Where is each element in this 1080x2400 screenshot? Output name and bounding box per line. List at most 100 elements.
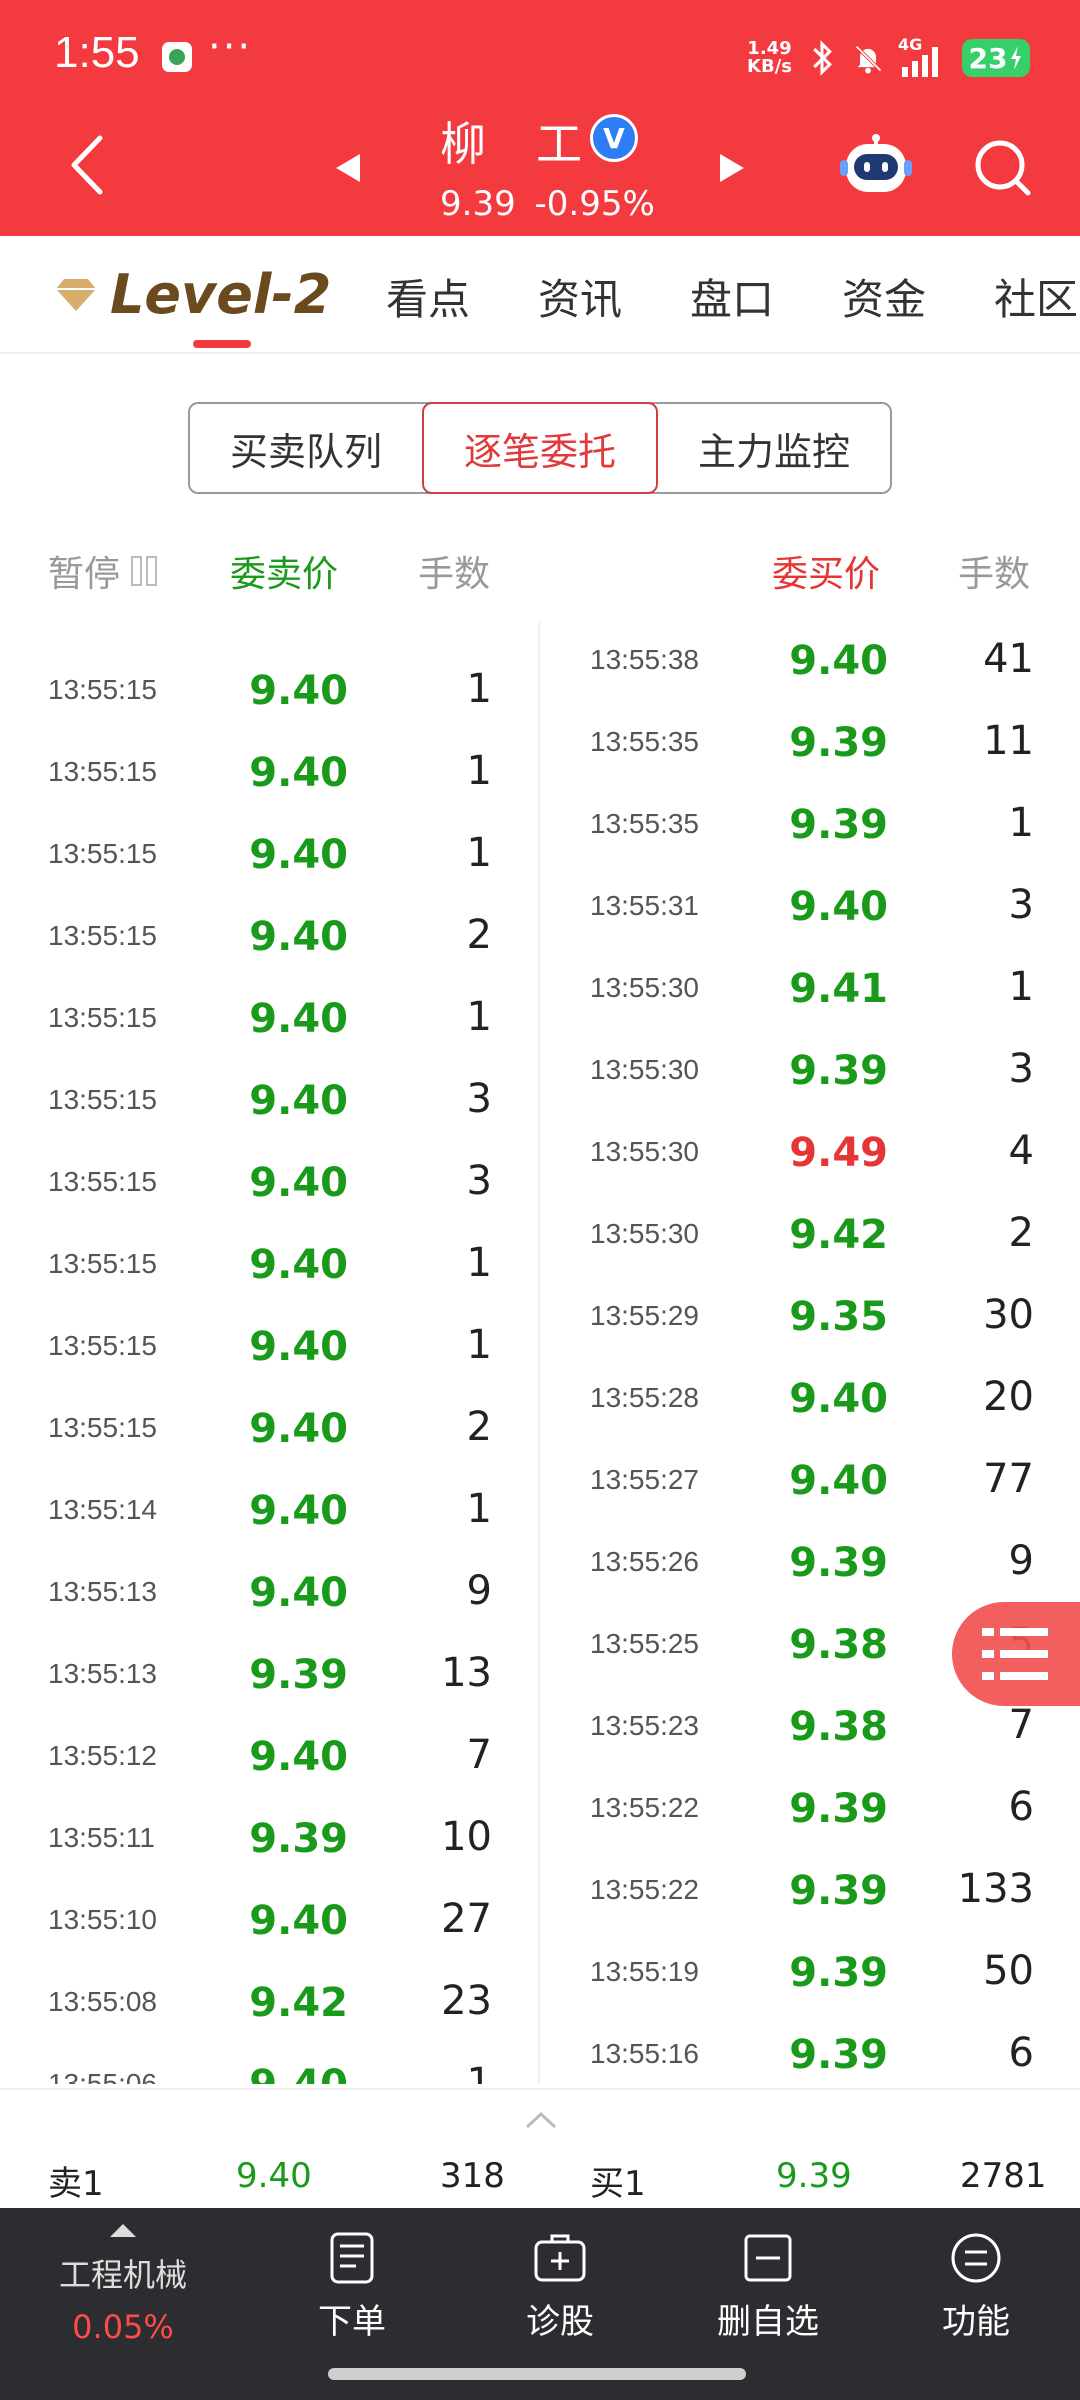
nav-place-order[interactable]: 下单 — [282, 2230, 422, 2343]
order-price: 9.40 — [249, 1898, 348, 1944]
floating-menu-button[interactable] — [952, 1602, 1080, 1706]
buy1-label: 买1 — [590, 2164, 646, 2204]
buy-order-list[interactable]: 13:55:38 9.40 41 13:55:35 9.39 11 13:55:35 9.39… — [540, 622, 1080, 2084]
nav-functions[interactable]: 功能 — [906, 2230, 1046, 2343]
back-button[interactable] — [60, 130, 120, 200]
tab-kandian[interactable]: 看点 — [386, 266, 470, 327]
next-stock-button[interactable] — [714, 150, 750, 186]
tab-level2[interactable]: Level-2 — [56, 262, 332, 326]
mute-bell-icon — [855, 45, 882, 74]
level2-label: Level-2 — [110, 262, 332, 326]
order-price: 9.39 — [249, 1816, 348, 1862]
order-time: 13:55:15 — [48, 920, 157, 951]
sell1-label: 卖1 — [48, 2164, 104, 2204]
status-more: ··· — [208, 24, 253, 70]
medkit-icon — [534, 2234, 586, 2282]
order-time: 13:55:30 — [590, 972, 699, 1003]
sell1-price: 9.40 — [236, 2156, 312, 2196]
tab-community[interactable]: 社区 — [994, 266, 1080, 327]
order-time: 13:55:14 — [48, 1494, 157, 1525]
order-row: 13:55:26 9.39 9 — [540, 1524, 1080, 1606]
segment-queue[interactable]: 买卖队列 — [190, 404, 422, 492]
bluetooth-icon — [813, 40, 832, 76]
order-time: 13:55:08 — [48, 1986, 157, 2017]
order-time: 13:55:15 — [48, 756, 157, 787]
order-row: 13:55:35 9.39 11 — [540, 704, 1080, 786]
sell-order-list[interactable]: 13:55:15 9.40 1 13:55:15 9.40 1 13:55:15 9.40 1 1… — [0, 622, 538, 2084]
order-row: 13:55:12 9.40 7 — [0, 1718, 538, 1800]
order-price: 9.40 — [249, 996, 348, 1042]
order-time: 13:55:27 — [590, 1464, 699, 1495]
order-price: 9.41 — [789, 966, 888, 1012]
order-price: 9.39 — [789, 802, 888, 848]
stock-price: 9.39 — [440, 184, 516, 224]
order-volume: 23 — [441, 1978, 492, 2024]
order-row: 13:55:30 9.39 3 — [540, 1032, 1080, 1114]
order-row: 13:55:38 9.40 41 — [540, 622, 1080, 704]
order-price: 9.39 — [789, 2032, 888, 2078]
order-price: 9.40 — [249, 1734, 348, 1780]
order-volume: 20 — [983, 1374, 1034, 1420]
order-volume: 1 — [466, 666, 492, 712]
order-price: 9.39 — [789, 1868, 888, 1914]
active-tab-indicator — [193, 340, 251, 348]
order-volume: 27 — [441, 1896, 492, 1942]
tab-bar: Level-2 看点 资讯 盘口 资金 社区 — [0, 236, 1080, 354]
stock-quote: 9.39 -0.95% — [440, 184, 655, 224]
order-price: 9.49 — [789, 1130, 888, 1176]
order-row: 13:55:35 9.39 1 — [540, 786, 1080, 868]
order-time: 13:55:15 — [48, 1002, 157, 1033]
pause-icon — [131, 556, 158, 586]
home-indicator[interactable] — [328, 2368, 746, 2380]
order-document-icon — [330, 2232, 374, 2284]
order-row: 13:55:15 9.40 2 — [0, 1390, 538, 1472]
order-row: 13:55:29 9.35 30 — [540, 1278, 1080, 1360]
prev-stock-button[interactable] — [330, 150, 366, 186]
nav-remove-watchlist[interactable]: 删自选 — [698, 2230, 838, 2343]
order-price: 9.35 — [789, 1294, 888, 1340]
sell-price-header: 委卖价 — [230, 554, 339, 595]
pause-toggle[interactable]: 暂停 — [48, 545, 160, 597]
nav-diagnose[interactable]: 诊股 — [490, 2230, 630, 2343]
nav-functions-label: 功能 — [942, 2302, 1010, 2342]
verified-badge-icon: V — [590, 114, 638, 162]
segment-tick-orders[interactable]: 逐笔委托 — [422, 402, 658, 494]
order-time: 13:55:29 — [590, 1300, 699, 1331]
order-row: 13:55:27 9.40 77 — [540, 1442, 1080, 1524]
order-price: 9.38 — [789, 1622, 888, 1668]
expand-up-icon[interactable] — [524, 2110, 558, 2130]
robot-assistant-icon[interactable] — [840, 130, 912, 202]
tab-funds[interactable]: 资金 — [842, 266, 926, 327]
header: 1:55 ··· 1.49 KB/s 4G 23 柳工 V 9.39 -0.95… — [0, 0, 1080, 236]
order-time: 13:55:30 — [590, 1136, 699, 1167]
order-price: 9.39 — [789, 1950, 888, 1996]
order-volume: 11 — [983, 718, 1034, 764]
tab-order-book[interactable]: 盘口 — [690, 266, 774, 327]
stock-change: -0.95% — [534, 184, 655, 224]
sector-info[interactable]: 工程机械 0.05% — [58, 2250, 188, 2346]
order-price: 9.40 — [789, 638, 888, 684]
order-price: 9.38 — [789, 1704, 888, 1750]
list-menu-icon — [982, 1628, 1048, 1680]
order-volume: 2 — [466, 1404, 492, 1450]
order-volume: 10 — [441, 1814, 492, 1860]
level1-quote-bar — [0, 2088, 1080, 2208]
tab-news[interactable]: 资讯 — [538, 266, 622, 327]
order-price: 9.39 — [789, 1786, 888, 1832]
order-row: 13:55:15 9.40 3 — [0, 1062, 538, 1144]
order-price: 9.39 — [789, 720, 888, 766]
caret-up-icon — [110, 2224, 136, 2237]
search-button[interactable] — [970, 135, 1034, 199]
order-price: 9.42 — [789, 1212, 888, 1258]
order-row: 13:55:14 9.40 1 — [0, 1472, 538, 1554]
order-time: 13:55:15 — [48, 1412, 157, 1443]
order-price: 9.40 — [249, 1160, 348, 1206]
segment-main-monitor[interactable]: 主力监控 — [658, 404, 890, 492]
sector-name: 工程机械 — [58, 2256, 187, 2294]
order-row: 13:55:15 9.40 1 — [0, 652, 538, 734]
order-volume: 3 — [1008, 1046, 1034, 1092]
menu-circle-icon — [951, 2233, 1001, 2283]
battery-level: 23 — [968, 41, 1008, 75]
order-volume: 1 — [466, 2060, 492, 2084]
order-volume: 2 — [466, 912, 492, 958]
